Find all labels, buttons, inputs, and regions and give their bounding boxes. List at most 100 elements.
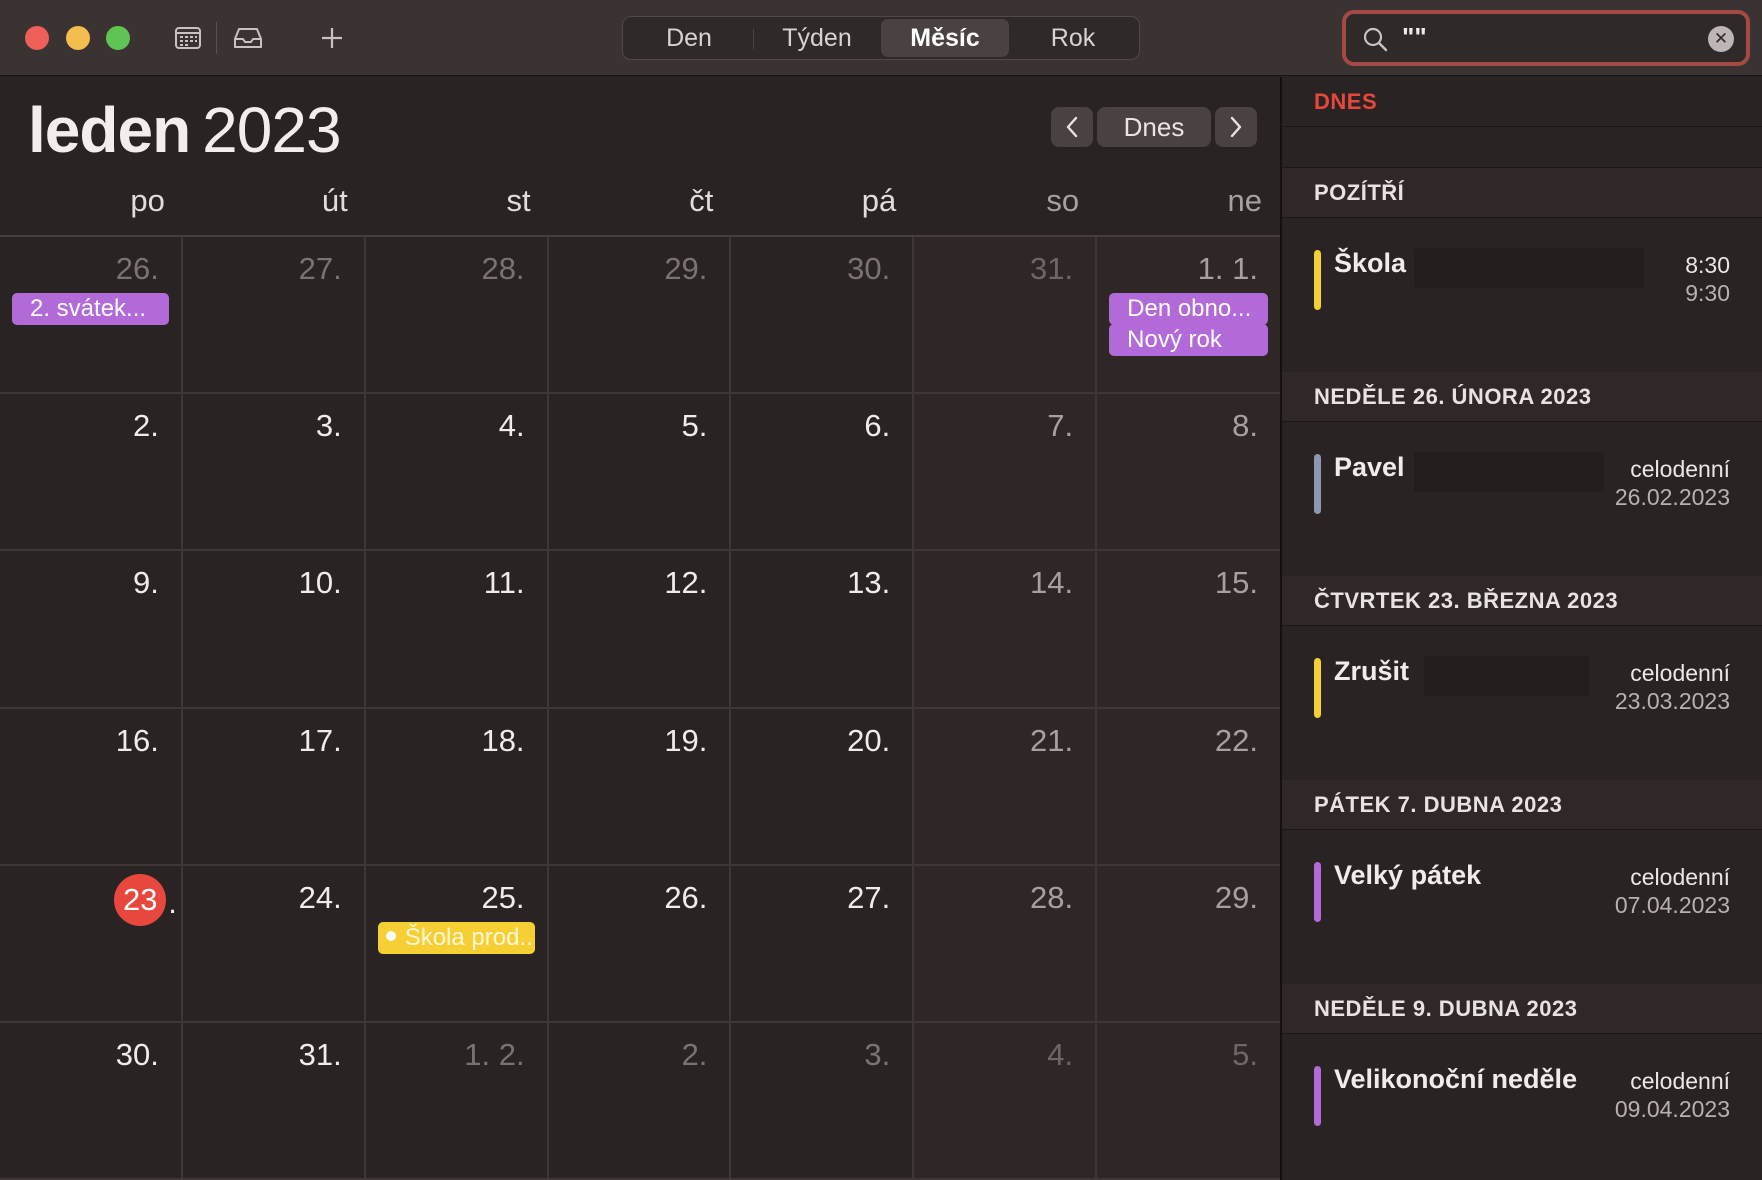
day-cell[interactable]: 4. [914,1022,1098,1180]
search-result-event[interactable]: Velký pátek celodenní 07.04.2023 [1282,830,1762,984]
day-cell[interactable]: 24. [182,865,366,1023]
day-cell[interactable]: 3. [182,394,366,552]
search-icon [1363,27,1388,52]
event-time-secondary: 26.02.2023 [1614,484,1730,510]
calendar-event[interactable]: Nový rok [1109,324,1268,356]
day-cell[interactable]: 27. [182,237,366,395]
day-number: 7. [1047,408,1074,444]
next-month-button[interactable] [1215,107,1257,147]
today-button[interactable]: Dnes [1097,107,1211,147]
day-number: 24. [298,879,342,915]
tab-day[interactable]: Den [625,19,753,57]
day-cell[interactable]: 30. [0,1022,183,1180]
today-header: DNES [1282,77,1762,127]
day-cell[interactable]: 1. 1. Den obno... Nový rok [1097,237,1280,395]
day-cell[interactable]: 2. [0,394,183,552]
day-cell[interactable]: 8. [1097,394,1280,552]
day-cell[interactable]: 12. [548,551,732,709]
clear-search-icon[interactable]: ✕ [1708,26,1734,52]
day-cell[interactable]: 31. [914,237,1098,395]
day-cell[interactable]: 2. [548,1022,732,1180]
day-cell[interactable]: 18. [365,708,549,866]
search-result-event[interactable]: Zrušit celodenní 23.03.2023 [1282,626,1762,780]
day-cell[interactable]: 14. [914,551,1098,709]
date-section-header: POZÍTŘÍ [1282,168,1762,218]
previous-month-button[interactable] [1051,107,1093,147]
day-number: 1. 2. [464,1036,525,1072]
day-number: 2. [681,1036,708,1072]
day-cell[interactable]: 25. Škola prod... [365,865,549,1023]
event-color-bar [1314,1066,1321,1126]
close-window-button[interactable] [25,26,49,50]
day-cell[interactable]: 3. [731,1022,915,1180]
day-cell[interactable]: 6. [731,394,915,552]
day-number: 28. [481,251,525,286]
day-cell[interactable]: 4. [365,394,549,552]
day-number: 4. [498,408,525,444]
day-number: 17. [298,722,342,758]
day-cell[interactable]: 21. [914,708,1098,866]
day-cell[interactable]: 16. [0,708,183,866]
event-label: Nový rok [1127,326,1222,353]
calendar-event[interactable]: Den obno... [1109,293,1268,325]
search-result-event[interactable]: Škola 8:30 9:30 [1282,218,1762,372]
search-input[interactable]: "" [1402,22,1427,53]
view-switcher: Den Týden Měsíc Rok [622,16,1140,60]
redacted-region [1424,656,1589,696]
weekday-label: so [1046,183,1080,218]
tab-week[interactable]: Týden [753,19,881,57]
day-number: 28. [1030,879,1074,915]
day-cell[interactable]: 5. [1097,1022,1280,1180]
weekday-label: po [130,183,165,218]
day-cell[interactable]: 22. [1097,708,1280,866]
search-field[interactable]: "" ✕ [1342,10,1750,66]
day-cell[interactable]: 28. [914,865,1098,1023]
day-cell[interactable]: 29. [1097,865,1280,1023]
event-title: Velikonoční neděle [1334,1064,1578,1094]
day-cell[interactable]: 29. [548,237,732,395]
day-cell[interactable]: 7. [914,394,1098,552]
day-cell[interactable]: 1. 2. [365,1022,549,1180]
day-number: 27. [298,251,342,286]
event-time-secondary: 07.04.2023 [1614,892,1730,918]
event-dot-icon [385,931,396,942]
calendar-event[interactable]: Škola prod... [377,921,535,954]
zoom-window-button[interactable] [106,26,130,50]
day-cell[interactable]: 31. [182,1022,366,1180]
search-result-event[interactable]: Pavel celodenní 26.02.2023 [1282,422,1762,576]
inbox-icon[interactable] [230,20,266,56]
calendars-list-icon[interactable] [170,20,206,56]
day-cell[interactable]: 23. [0,865,183,1023]
day-number: 5. [681,408,708,444]
day-cell[interactable]: 9. [0,551,183,709]
date-section-header: PÁTEK 7. DUBNA 2023 [1282,780,1762,830]
add-event-icon[interactable] [314,20,350,56]
day-number: 29. [664,251,708,286]
day-number: 13. [847,565,891,601]
day-cell[interactable]: 27. [731,865,915,1023]
day-cell[interactable]: 20. [731,708,915,866]
weekday-label: st [506,183,531,218]
search-result-event[interactable]: Velikonoční neděle celodenní 09.04.2023 [1282,1034,1762,1180]
tab-year[interactable]: Rok [1009,19,1137,57]
tab-month[interactable]: Měsíc [881,19,1009,57]
day-cell[interactable]: 30. [731,237,915,395]
day-cell[interactable]: 13. [731,551,915,709]
month-navigation: Dnes [1051,107,1257,147]
day-cell[interactable]: 11. [365,551,549,709]
day-cell[interactable]: 17. [182,708,366,866]
date-section-header: ČTVRTEK 23. BŘEZNA 2023 [1282,576,1762,626]
day-number: 30. [115,1036,159,1072]
day-cell[interactable]: 26. 2. svátek... [0,237,183,395]
minimize-window-button[interactable] [66,26,90,50]
day-number: 18. [481,722,525,758]
day-cell[interactable]: 5. [548,394,732,552]
day-cell[interactable]: 15. [1097,551,1280,709]
search-results-sidebar: DNES POZÍTŘÍ Škola 8:30 9:30 NEDĚLE 26. ÚNOR… [1280,77,1762,1180]
day-cell[interactable]: 10. [182,551,366,709]
event-label: Den obno... [1127,295,1252,322]
calendar-event[interactable]: 2. svátek... [12,293,169,325]
day-cell[interactable]: 28. [365,237,549,395]
day-cell[interactable]: 19. [548,708,732,866]
day-cell[interactable]: 26. [548,865,732,1023]
